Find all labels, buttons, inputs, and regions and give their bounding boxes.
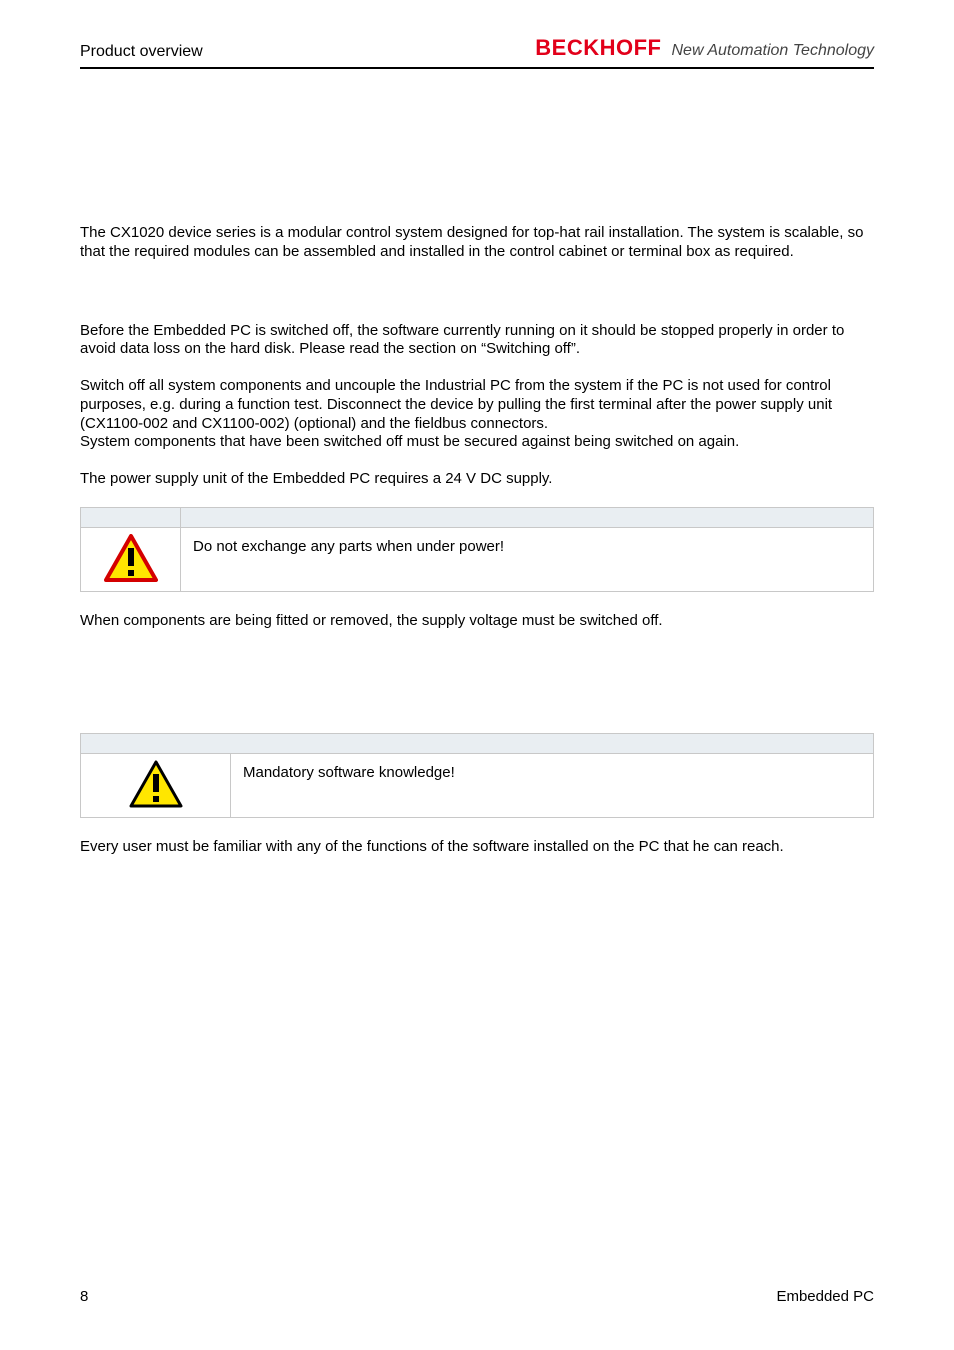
page-root: Product overview BECKHOFF New Automation…: [0, 0, 954, 1350]
page-footer: 8 Embedded PC: [80, 1288, 874, 1305]
callout-1-hdr-right: [181, 507, 874, 527]
content-area: The CX1020 device series is a modular co…: [80, 69, 874, 856]
warning-icon: [104, 534, 158, 587]
section-title: Product overview: [80, 43, 203, 61]
spacer-2: [80, 649, 874, 719]
brand-block: BECKHOFF New Automation Technology: [535, 35, 874, 61]
paragraph-secured: System components that have been switche…: [80, 433, 874, 452]
brand-logo-text: BECKHOFF: [535, 35, 661, 61]
footer-doc-title: Embedded PC: [776, 1288, 874, 1305]
warning-callout-1: Do not exchange any parts when under pow…: [80, 507, 874, 592]
paragraph-disconnect: Switch off all system components and unc…: [80, 377, 874, 433]
callout-1-text: Do not exchange any parts when under pow…: [181, 527, 874, 591]
paragraph-psu: The power supply unit of the Embedded PC…: [80, 470, 874, 489]
paragraph-intro: The CX1020 device series is a modular co…: [80, 224, 874, 262]
page-number: 8: [80, 1288, 88, 1305]
callout-1-hdr-left: [81, 507, 181, 527]
paragraph-software-knowledge: Every user must be familiar with any of …: [80, 838, 874, 857]
callout-1-icon-cell: [81, 527, 181, 591]
caution-icon: [129, 760, 183, 813]
callout-2-icon-cell: [81, 753, 231, 817]
brand-tagline: New Automation Technology: [672, 42, 875, 60]
page-header: Product overview BECKHOFF New Automation…: [80, 35, 874, 69]
callout-2-hdr: [81, 733, 874, 753]
warning-callout-2: Mandatory software knowledge!: [80, 733, 874, 818]
callout-2-text: Mandatory software knowledge!: [231, 753, 874, 817]
paragraph-fitting: When components are being fitted or remo…: [80, 612, 874, 631]
paragraph-switchoff-note: Before the Embedded PC is switched off, …: [80, 322, 874, 360]
